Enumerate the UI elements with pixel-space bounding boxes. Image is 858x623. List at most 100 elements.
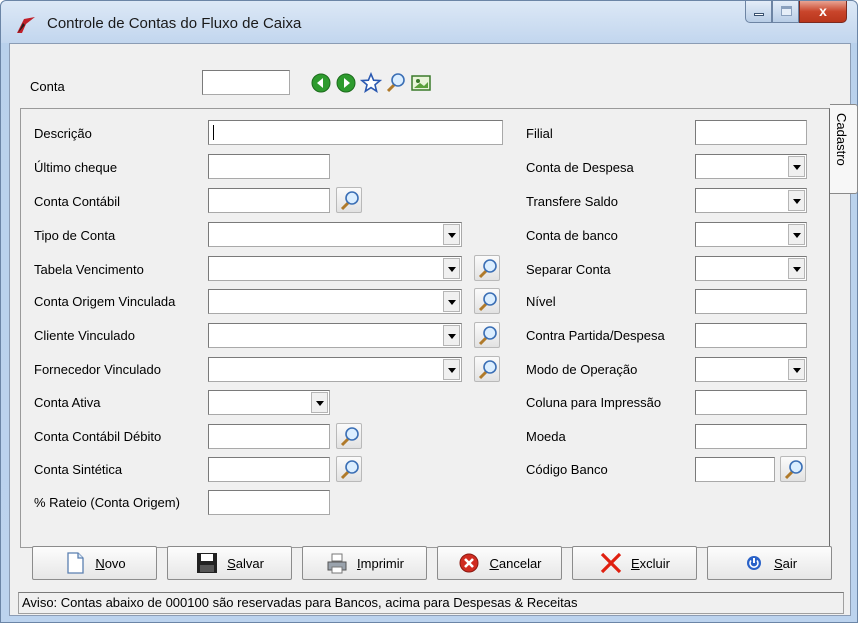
magnifier-icon xyxy=(478,259,497,279)
excluir-button[interactable]: Excluir xyxy=(572,546,697,580)
excluir-label: Excluir xyxy=(630,555,670,571)
new-document-icon xyxy=(67,552,84,574)
ultimo-cheque-input[interactable] xyxy=(208,154,330,179)
delete-x-icon xyxy=(600,552,622,574)
modo-operacao-select[interactable] xyxy=(695,357,807,382)
cancel-icon xyxy=(459,553,479,573)
conta-despesa-label: Conta de Despesa xyxy=(526,160,634,175)
contra-partida-input[interactable] xyxy=(695,323,807,348)
descricao-label: Descrição xyxy=(34,126,92,141)
contabil-debito-search-button[interactable] xyxy=(336,423,362,449)
novo-button[interactable]: Novo xyxy=(32,546,157,580)
minimize-button[interactable] xyxy=(745,1,772,23)
tabela-vencimento-search-button[interactable] xyxy=(474,255,500,281)
chevron-down-icon[interactable] xyxy=(443,258,460,279)
cliente-vinculado-label: Cliente Vinculado xyxy=(34,328,135,343)
main-window: Controle de Contas do Fluxo de Caixa x C… xyxy=(0,0,858,623)
window-title: Controle de Contas do Fluxo de Caixa xyxy=(47,15,302,32)
fornecedor-vinculado-select[interactable] xyxy=(208,357,462,382)
chevron-down-icon[interactable] xyxy=(788,190,805,211)
conta-origem-select[interactable] xyxy=(208,289,462,314)
codigo-banco-search-button[interactable] xyxy=(780,456,806,482)
sair-label: Sair xyxy=(773,555,798,571)
conta-banco-select[interactable] xyxy=(695,222,807,247)
cliente-vinculado-select[interactable] xyxy=(208,323,462,348)
salvar-label: Salvar xyxy=(227,555,264,571)
tabela-vencimento-label: Tabela Vencimento xyxy=(34,262,144,277)
transfere-saldo-label: Transfere Saldo xyxy=(526,194,619,209)
conta-contabil-input[interactable] xyxy=(208,188,330,213)
tabela-vencimento-select[interactable] xyxy=(208,256,462,281)
close-icon: x xyxy=(819,3,827,19)
conta-input[interactable] xyxy=(202,70,290,95)
cliente-search-button[interactable] xyxy=(474,322,500,348)
status-bar: Aviso: Contas abaixo de 000100 são reser… xyxy=(18,592,844,614)
conta-despesa-select[interactable] xyxy=(695,154,807,179)
codigo-banco-input[interactable] xyxy=(695,457,775,482)
conta-ativa-select[interactable] xyxy=(208,390,330,415)
nivel-input[interactable] xyxy=(695,289,807,314)
app-logo-icon xyxy=(17,17,35,33)
imprimir-button[interactable]: Imprimir xyxy=(302,546,427,580)
magnifier-icon xyxy=(340,191,359,211)
maximize-icon xyxy=(781,6,792,16)
previous-record-icon[interactable] xyxy=(310,72,332,94)
client-area: Conta Cadastro Descrição Último cheque C… xyxy=(9,43,858,616)
power-icon xyxy=(746,556,761,570)
filial-label: Filial xyxy=(526,126,553,141)
fornecedor-vinculado-label: Fornecedor Vinculado xyxy=(34,362,161,377)
contabil-debito-label: Conta Contábil Débito xyxy=(34,429,162,444)
separar-conta-label: Separar Conta xyxy=(526,262,611,277)
magnifier-icon xyxy=(478,326,497,346)
chevron-down-icon[interactable] xyxy=(443,291,460,312)
chevron-down-icon[interactable] xyxy=(443,224,460,245)
conta-sintetica-search-button[interactable] xyxy=(336,456,362,482)
text-cursor xyxy=(213,125,214,140)
close-button[interactable]: x xyxy=(799,1,847,23)
codigo-banco-label: Código Banco xyxy=(526,462,608,477)
maximize-button[interactable] xyxy=(772,1,799,23)
magnifier-icon[interactable] xyxy=(385,72,407,94)
conta-sintetica-input[interactable] xyxy=(208,457,330,482)
separar-conta-select[interactable] xyxy=(695,256,807,281)
conta-label: Conta xyxy=(30,79,65,94)
sair-button[interactable]: Sair xyxy=(707,546,832,580)
coluna-impressao-input[interactable] xyxy=(695,390,807,415)
nivel-label: Nível xyxy=(526,294,556,309)
conta-origem-search-button[interactable] xyxy=(474,288,500,314)
chevron-down-icon[interactable] xyxy=(788,359,805,380)
tipo-conta-label: Tipo de Conta xyxy=(34,228,116,243)
chevron-down-icon[interactable] xyxy=(788,258,805,279)
chevron-down-icon[interactable] xyxy=(788,156,805,177)
imprimir-label: Imprimir xyxy=(357,555,404,571)
filial-input[interactable] xyxy=(695,120,807,145)
next-record-icon[interactable] xyxy=(335,72,357,94)
chevron-down-icon[interactable] xyxy=(443,325,460,346)
transfere-saldo-select[interactable] xyxy=(695,188,807,213)
contabil-debito-input[interactable] xyxy=(208,424,330,449)
magnifier-icon xyxy=(784,460,803,480)
chevron-down-icon[interactable] xyxy=(788,224,805,245)
descricao-input[interactable] xyxy=(208,120,503,145)
magnifier-icon xyxy=(478,292,497,312)
floppy-disk-icon xyxy=(197,553,218,573)
contra-partida-label: Contra Partida/Despesa xyxy=(526,328,665,343)
salvar-button[interactable]: Salvar xyxy=(167,546,292,580)
picture-icon[interactable] xyxy=(410,72,432,94)
moeda-input[interactable] xyxy=(695,424,807,449)
conta-contabil-search-button[interactable] xyxy=(336,187,362,213)
fornecedor-search-button[interactable] xyxy=(474,356,500,382)
magnifier-icon xyxy=(478,360,497,380)
cancelar-button[interactable]: Cancelar xyxy=(437,546,562,580)
novo-label: Novo xyxy=(95,555,126,571)
title-bar[interactable]: Controle de Contas do Fluxo de Caixa x xyxy=(1,1,857,43)
tipo-conta-select[interactable] xyxy=(208,222,462,247)
chevron-down-icon[interactable] xyxy=(311,392,328,413)
printer-icon xyxy=(327,553,347,574)
chevron-down-icon[interactable] xyxy=(443,359,460,380)
conta-sintetica-label: Conta Sintética xyxy=(34,462,123,477)
ultimo-cheque-label: Último cheque xyxy=(34,160,118,175)
tab-cadastro[interactable]: Cadastro xyxy=(830,104,858,194)
star-icon[interactable] xyxy=(360,72,382,94)
rateio-input[interactable] xyxy=(208,490,330,515)
